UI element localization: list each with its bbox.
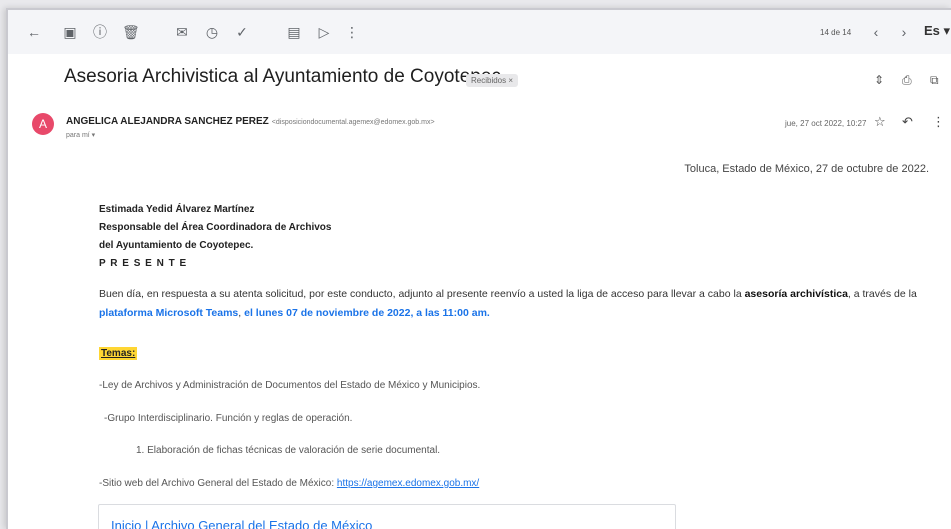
link-preview-card[interactable]: Inicio | Archivo General del Estado de M… xyxy=(98,504,676,529)
archive-icon[interactable]: ▣ xyxy=(62,24,78,40)
intro-text-2: , a través de la xyxy=(847,288,917,300)
email-subject: Asesoria Archivistica al Ayuntamiento de… xyxy=(64,66,507,87)
sender-line: ANGELICA ALEJANDRA SANCHEZ PEREZ <disposi… xyxy=(66,116,435,127)
mark-unread-icon[interactable]: ✉ xyxy=(174,24,190,40)
place-date: Toluca, Estado de México, 27 de octubre … xyxy=(684,163,929,175)
snooze-icon[interactable]: ◷ xyxy=(204,24,220,40)
recipient-toggle[interactable]: para mí ▾ xyxy=(66,131,95,139)
topics-heading: Temas: xyxy=(99,347,138,360)
sender-avatar[interactable]: A xyxy=(32,113,54,135)
email-window: ← ▣ ⓘ 🗑 ✉ ◷ ✓ ▤ ▷ ⋮ 14 de 14 ‹ › Es ▾ As… xyxy=(6,8,951,529)
message-more-icon[interactable]: ⋮ xyxy=(932,114,945,130)
intro-bold: asesoría archivística xyxy=(744,288,848,300)
label-icon[interactable]: ▷ xyxy=(316,24,332,40)
topic-item: -Grupo Interdisciplinario. Función y reg… xyxy=(104,413,353,424)
prev-email-icon[interactable]: ‹ xyxy=(868,24,884,40)
website-prefix: -Sitio web del Archivo General del Estad… xyxy=(99,478,337,489)
star-icon[interactable]: ☆ xyxy=(874,114,886,130)
intro-platform: plataforma Microsoft Teams xyxy=(99,307,239,319)
intro-datetime: el lunes 07 de noviembre de 2022, a las … xyxy=(244,307,490,319)
add-task-icon[interactable]: ✓ xyxy=(234,24,250,40)
inbox-label-chip[interactable]: Recibidos × xyxy=(466,74,519,87)
topic-item: -Ley de Archivos y Administración de Doc… xyxy=(99,380,481,391)
address-line-1: Estimada Yedid Álvarez Martínez xyxy=(99,204,255,215)
message-date: jue, 27 oct 2022, 10:27 xyxy=(785,119,867,128)
sender-email: <disposiciondocumental.agemex@edomex.gob… xyxy=(271,119,435,126)
more-options-icon[interactable]: ⋮ xyxy=(344,24,360,40)
move-to-icon[interactable]: ▤ xyxy=(286,24,302,40)
email-toolbar: ← ▣ ⓘ 🗑 ✉ ◷ ✓ ▤ ▷ ⋮ 14 de 14 ‹ › Es ▾ xyxy=(8,10,951,54)
address-line-2: Responsable del Área Coordinadora de Arc… xyxy=(99,222,332,233)
intro-paragraph: Buen día, en respuesta a su atenta solic… xyxy=(99,285,929,323)
report-spam-icon[interactable]: ⓘ xyxy=(92,24,108,40)
back-arrow-icon[interactable]: ← xyxy=(26,24,42,40)
open-new-window-icon[interactable]: ⧉ xyxy=(930,73,939,88)
address-line-3: del Ayuntamiento de Coyotepec. xyxy=(99,240,254,251)
link-preview-title[interactable]: Inicio | Archivo General del Estado de M… xyxy=(111,518,372,529)
address-line-4: P R E S E N T E xyxy=(99,258,188,269)
reply-icon[interactable]: ↶ xyxy=(902,114,913,130)
pager-count: 14 de 14 xyxy=(820,28,852,37)
intro-text-1: Buen día, en respuesta a su atenta solic… xyxy=(99,288,745,300)
language-selector[interactable]: Es ▾ xyxy=(924,23,950,39)
website-line: -Sitio web del Archivo General del Estad… xyxy=(99,478,479,489)
website-link[interactable]: https://agemex.edomex.gob.mx/ xyxy=(337,478,479,489)
sender-name[interactable]: ANGELICA ALEJANDRA SANCHEZ PEREZ xyxy=(66,116,269,127)
delete-icon[interactable]: 🗑 xyxy=(122,24,140,40)
print-icon[interactable]: ⎙ xyxy=(902,73,912,88)
expand-collapse-icon[interactable]: ⇕ xyxy=(874,73,884,87)
next-email-icon[interactable]: › xyxy=(896,24,912,40)
topic-sub-item: 1. Elaboración de fichas técnicas de val… xyxy=(136,445,441,456)
